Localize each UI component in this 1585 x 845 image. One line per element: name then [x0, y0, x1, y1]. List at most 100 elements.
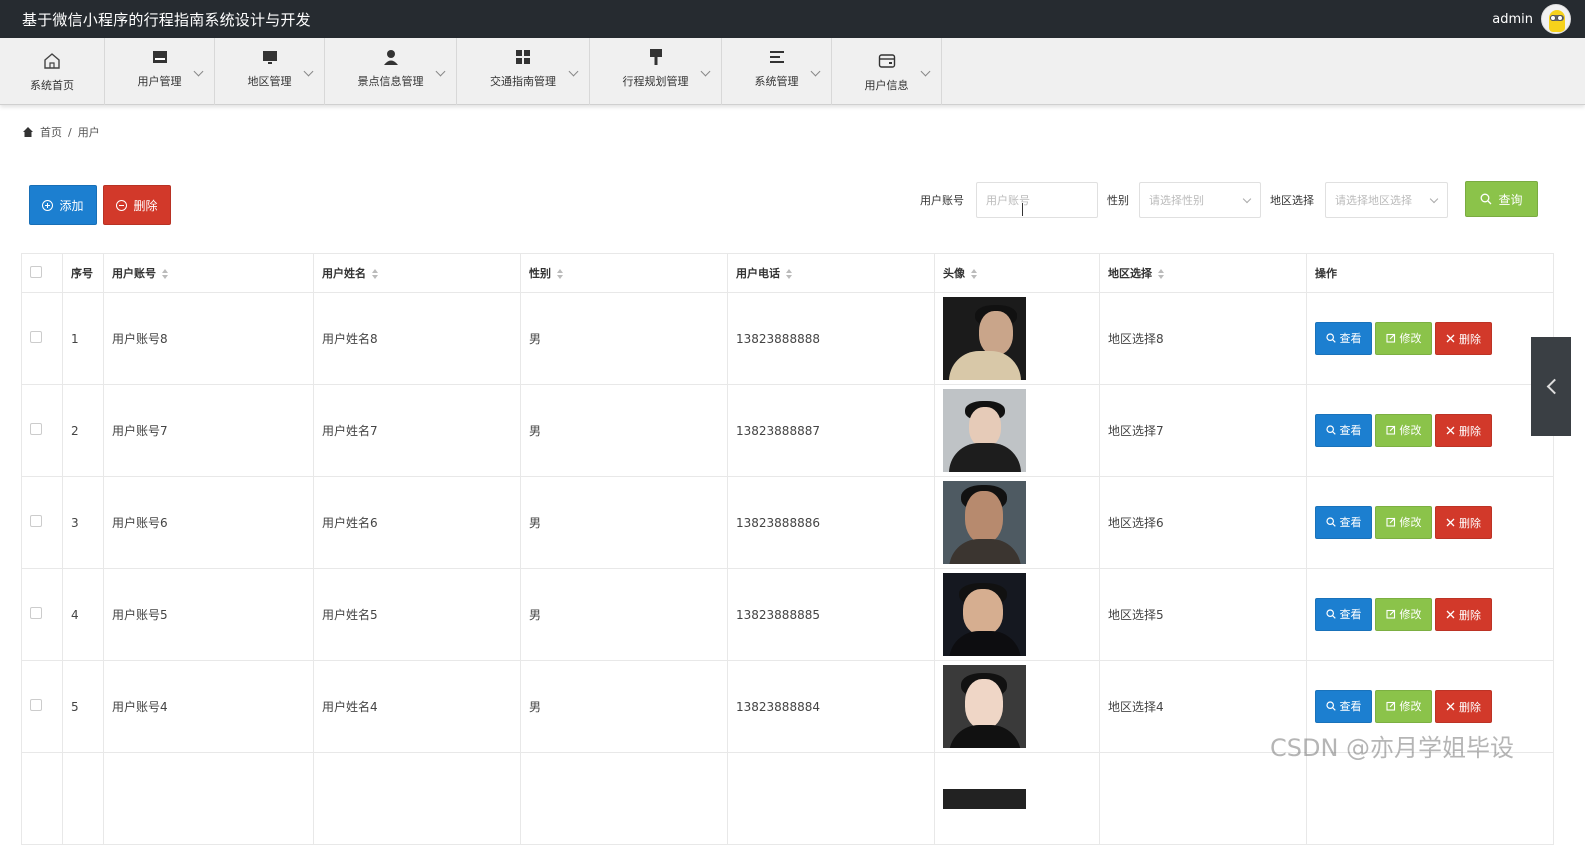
edit-icon: [1385, 610, 1395, 619]
bulk-delete-button[interactable]: 删除: [103, 185, 171, 225]
row-avatar-cell: [934, 660, 1100, 753]
row-phone: 13823888886: [727, 476, 935, 569]
edit-button-label: 修改: [1399, 424, 1422, 438]
search-icon: [1481, 193, 1492, 205]
view-button[interactable]: 查看: [1315, 505, 1372, 539]
account-filter-input[interactable]: 用户账号: [976, 182, 1098, 218]
col-name[interactable]: 用户姓名: [313, 253, 521, 293]
row-index: 4: [62, 568, 104, 661]
edit-button[interactable]: 修改: [1375, 321, 1432, 355]
add-button[interactable]: 添加: [29, 185, 97, 225]
row-account: 用户账号8: [103, 292, 314, 385]
col-gender[interactable]: 性别: [520, 253, 728, 293]
delete-button[interactable]: 删除: [1435, 414, 1492, 448]
nav-item-user-management[interactable]: 用户管理: [105, 38, 215, 105]
side-collapse-tab[interactable]: [1531, 337, 1571, 436]
user-menu[interactable]: admin: [1492, 4, 1571, 34]
nav-label: 系统管理: [754, 74, 799, 88]
edit-button[interactable]: 修改: [1375, 597, 1432, 631]
table-row: 1 用户账号8 用户姓名8 男 13823888888 地区选择8 查看 修改 删除: [21, 292, 1554, 385]
col-avatar-label: 头像: [943, 267, 965, 280]
delete-button[interactable]: 删除: [1435, 598, 1492, 632]
bulk-delete-button-label: 删除: [133, 198, 158, 213]
sort-icon[interactable]: [162, 269, 169, 279]
search-icon: [1325, 333, 1336, 343]
nav-item-user-info[interactable]: 用户信息: [832, 38, 942, 105]
row-checkbox[interactable]: [30, 423, 42, 435]
row-name: 用户姓名4: [313, 660, 521, 753]
col-index: 序号: [62, 253, 104, 293]
col-phone[interactable]: 用户电话: [727, 253, 935, 293]
row-avatar-cell: [934, 384, 1100, 477]
nav-label: 用户信息: [864, 78, 909, 92]
edit-button[interactable]: 修改: [1375, 413, 1432, 447]
edit-button-label: 修改: [1399, 608, 1422, 622]
row-account: 用户账号6: [103, 476, 314, 569]
nav-item-itinerary-management[interactable]: 行程规划管理: [590, 38, 722, 105]
row-checkbox[interactable]: [30, 515, 42, 527]
row-checkbox[interactable]: [30, 699, 42, 711]
col-name-label: 用户姓名: [322, 267, 366, 280]
home-icon: [23, 127, 33, 137]
delete-button[interactable]: 删除: [1435, 322, 1492, 356]
sort-icon[interactable]: [557, 269, 564, 279]
row-gender: 男: [520, 476, 728, 569]
person-icon: [383, 49, 398, 65]
region-select-placeholder: 请选择地区选择: [1335, 194, 1412, 207]
row-region: 地区选择5: [1099, 568, 1307, 661]
view-button[interactable]: 查看: [1315, 597, 1372, 631]
edit-button[interactable]: 修改: [1375, 505, 1432, 539]
edit-icon: [1385, 702, 1395, 711]
nav-item-attraction-management[interactable]: 景点信息管理: [325, 38, 457, 105]
row-account: 用户账号5: [103, 568, 314, 661]
edit-button[interactable]: 修改: [1375, 689, 1432, 723]
sort-icon[interactable]: [786, 269, 793, 279]
query-button[interactable]: 查询: [1465, 181, 1538, 217]
region-select[interactable]: 请选择地区选择: [1325, 182, 1448, 218]
nav-item-home[interactable]: 系统首页: [0, 38, 105, 105]
sort-icon[interactable]: [1158, 269, 1165, 279]
breadcrumb-home[interactable]: 首页: [40, 124, 62, 140]
select-all-checkbox[interactable]: [30, 265, 42, 278]
store-icon: [152, 50, 167, 63]
nav-label: 景点信息管理: [357, 74, 424, 88]
nav-item-system-management[interactable]: 系统管理: [722, 38, 832, 105]
row-gender: 男: [520, 660, 728, 753]
close-icon: [1446, 518, 1455, 527]
nav-item-transport-guide-management[interactable]: 交通指南管理: [457, 38, 590, 105]
row-avatar-cell: [934, 568, 1100, 661]
row-select-cell: [21, 476, 63, 569]
avatar-photo: [943, 389, 1026, 472]
row-region: 地区选择6: [1099, 476, 1307, 569]
view-button[interactable]: 查看: [1315, 413, 1372, 447]
sort-icon[interactable]: [971, 269, 978, 279]
delete-button-label: 删除: [1459, 608, 1481, 622]
gender-select[interactable]: 请选择性别: [1139, 182, 1261, 218]
chevron-left-icon: [1546, 378, 1562, 395]
breadcrumb-current: 用户: [77, 126, 100, 139]
sort-icon[interactable]: [372, 269, 379, 279]
gender-filter-label: 性别: [1107, 194, 1129, 207]
chevron-down-icon: [435, 66, 446, 77]
table-row: 4 用户账号5 用户姓名5 男 13823888885 地区选择5 查看 修改 删除: [21, 568, 1554, 661]
row-checkbox[interactable]: [30, 331, 42, 343]
row-select-cell: [21, 384, 63, 477]
edit-icon: [1385, 518, 1395, 527]
row-account: 用户账号4: [103, 660, 314, 753]
col-region[interactable]: 地区选择: [1099, 253, 1307, 293]
nav-label: 用户管理: [137, 74, 182, 88]
col-account[interactable]: 用户账号: [103, 253, 314, 293]
user-avatar[interactable]: [1541, 4, 1571, 34]
row-phone: 13823888887: [727, 384, 935, 477]
delete-button-label: 删除: [1459, 332, 1481, 346]
edit-button-label: 修改: [1399, 332, 1422, 346]
close-icon: [1446, 334, 1455, 343]
nav-item-region-management[interactable]: 地区管理: [215, 38, 325, 105]
row-checkbox[interactable]: [30, 607, 42, 619]
delete-button[interactable]: 删除: [1435, 690, 1492, 724]
col-phone-label: 用户电话: [736, 267, 780, 280]
delete-button[interactable]: 删除: [1435, 506, 1492, 540]
col-avatar[interactable]: 头像: [934, 253, 1100, 293]
view-button[interactable]: 查看: [1315, 321, 1372, 355]
view-button[interactable]: 查看: [1315, 689, 1372, 723]
